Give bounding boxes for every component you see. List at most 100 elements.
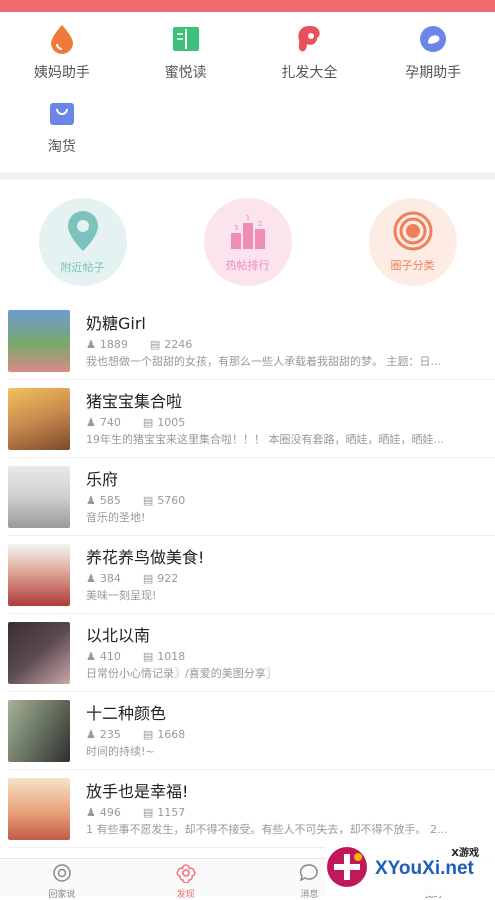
book-icon <box>169 22 203 56</box>
posts-count: 1668 <box>157 727 186 741</box>
members-count: 740 <box>99 415 121 429</box>
posts-count: 1018 <box>157 649 186 663</box>
app-pregnancy-helper[interactable]: 孕期助手 <box>371 22 495 82</box>
posts-icon: ▤ <box>142 415 154 429</box>
circle-name: 十二种颜色 <box>86 703 167 723</box>
section-divider <box>0 172 495 180</box>
list-item[interactable]: 猪宝宝集合啦 ♟ 740 ▤ 1005 19年生的猪宝宝来这里集合啦！！！ 本圈没有… <box>8 380 495 458</box>
nearby-posts-button[interactable]: 附近帖子 <box>38 198 127 286</box>
circle-name: 养花养鸟做美食! <box>86 547 205 567</box>
circle-description: 19年生的猪宝宝来这里集合啦！！！ 本圈没有套路，晒娃，晒娃，晒娃... <box>86 432 444 446</box>
app-hairstyles[interactable]: 扎发大全 <box>248 22 372 82</box>
flower-icon <box>176 863 196 887</box>
circle-list: 奶糖Girl ♟ 1889 ▤ 2246 我也想做一个甜甜的女孩，有那么一些人承载着… <box>0 302 495 848</box>
members-icon: ♟ <box>86 493 96 507</box>
ranking-icon: 13 2 <box>227 211 269 255</box>
members-icon: ♟ <box>86 727 96 741</box>
pregnancy-icon <box>416 22 450 56</box>
members-icon: ♟ <box>86 337 96 351</box>
feature-circles: 附近帖子 13 2 热帖排行 圈子分类 <box>0 180 495 302</box>
circle-description: 音乐的圣地! <box>86 510 146 524</box>
posts-icon: ▤ <box>142 493 154 507</box>
watermark-small-text: X游戏 <box>451 848 479 859</box>
members-count: 496 <box>99 805 121 819</box>
app-shopping[interactable]: 淘货 <box>0 96 124 156</box>
app-menstrual-helper[interactable]: 姨妈助手 <box>0 22 124 82</box>
members-count: 235 <box>99 727 121 741</box>
site-watermark: XYouXi.net X游戏 <box>325 842 495 896</box>
app-label: 蜜悦读 <box>164 65 207 81</box>
circle-thumbnail <box>8 465 70 528</box>
watermark-text: XYouXi.net <box>375 858 474 879</box>
list-item[interactable]: 放手也是幸福! ♟ 496 ▤ 1157 1 有些事不愿发生，却不得不接受。有些人不… <box>8 770 495 848</box>
posts-count: 922 <box>157 571 179 585</box>
hot-posts-ranking-button[interactable]: 13 2 热帖排行 <box>203 198 292 286</box>
circle-thumbnail <box>8 543 70 606</box>
circle-description: 时间的持续!~ <box>86 744 155 758</box>
svg-text:3: 3 <box>233 224 237 232</box>
hair-icon <box>292 22 326 56</box>
posts-icon: ▤ <box>142 727 154 741</box>
target-icon <box>393 211 433 255</box>
circle-categories-button[interactable]: 圈子分类 <box>368 198 457 286</box>
list-item[interactable]: 十二种颜色 ♟ 235 ▤ 1668 时间的持续!~ <box>8 692 495 770</box>
list-item[interactable]: 奶糖Girl ♟ 1889 ▤ 2246 我也想做一个甜甜的女孩，有那么一些人承载着… <box>8 302 495 380</box>
tab-label: 回家说 <box>48 890 76 900</box>
circle-categories-label: 圈子分类 <box>390 259 435 272</box>
tab-home[interactable]: 回家说 <box>22 859 102 900</box>
app-label: 姨妈助手 <box>33 65 90 81</box>
list-item[interactable]: 以北以南 ♟ 410 ▤ 1018 日常份小心情记录〗/喜爱的美图分享〗 <box>8 614 495 692</box>
home-swirl-icon <box>52 863 72 887</box>
location-pin-icon <box>65 209 101 257</box>
top-bar <box>0 0 495 12</box>
circle-description: 日常份小心情记录〗/喜爱的美图分享〗 <box>86 666 277 680</box>
posts-count: 1005 <box>157 415 186 429</box>
circle-description: 1 有些事不愿发生，却不得不接受。有些人不可失去，却不得不放手。 2... <box>86 822 448 836</box>
app-label: 扎发大全 <box>281 65 338 81</box>
members-icon: ♟ <box>86 649 96 663</box>
tab-label: 发现 <box>176 890 195 900</box>
posts-icon: ▤ <box>142 649 154 663</box>
members-icon: ♟ <box>86 805 96 819</box>
app-reading[interactable]: 蜜悦读 <box>124 22 248 82</box>
message-icon <box>299 863 319 887</box>
app-shortcuts: 姨妈助手 蜜悦读 扎发大全 孕期助手 淘货 <box>0 12 495 172</box>
members-icon: ♟ <box>86 415 96 429</box>
posts-count: 2246 <box>164 337 193 351</box>
nearby-posts-label: 附近帖子 <box>60 261 105 274</box>
circle-name: 放手也是幸福! <box>86 781 189 801</box>
members-icon: ♟ <box>86 571 96 585</box>
tab-label: 消息 <box>300 890 319 900</box>
circle-name: 猪宝宝集合啦 <box>86 391 183 411</box>
posts-icon: ▤ <box>142 805 154 819</box>
app-label: 孕期助手 <box>405 65 462 81</box>
circle-name: 以北以南 <box>86 625 151 645</box>
circle-name: 乐府 <box>86 469 119 489</box>
circle-name: 奶糖Girl <box>86 313 146 333</box>
members-count: 410 <box>99 649 121 663</box>
circle-description: 美味一刻呈现! <box>86 588 157 602</box>
gamepad-logo-icon <box>325 845 369 893</box>
list-item[interactable]: 乐府 ♟ 585 ▤ 5760 音乐的圣地! <box>8 458 495 536</box>
posts-icon: ▤ <box>142 571 154 585</box>
hot-posts-ranking-label: 热帖排行 <box>225 259 270 272</box>
posts-count: 5760 <box>157 493 186 507</box>
circle-thumbnail <box>8 387 70 450</box>
tab-discover[interactable]: 发现 <box>146 859 226 900</box>
members-count: 585 <box>99 493 121 507</box>
circle-description: 我也想做一个甜甜的女孩，有那么一些人承载着我甜甜的梦。 主题：日... <box>86 354 441 368</box>
drop-icon <box>45 22 79 56</box>
members-count: 1889 <box>99 337 128 351</box>
circle-thumbnail <box>8 621 70 684</box>
svg-text:2: 2 <box>257 220 261 228</box>
posts-count: 1157 <box>157 805 186 819</box>
posts-icon: ▤ <box>149 337 161 351</box>
list-item[interactable]: 养花养鸟做美食! ♟ 384 ▤ 922 美味一刻呈现! <box>8 536 495 614</box>
svg-text:1: 1 <box>245 214 249 222</box>
shopping-bag-icon <box>45 96 79 130</box>
circle-thumbnail <box>8 309 70 372</box>
circle-thumbnail <box>8 699 70 762</box>
members-count: 384 <box>99 571 121 585</box>
app-label: 淘货 <box>47 139 76 155</box>
circle-thumbnail <box>8 777 70 840</box>
